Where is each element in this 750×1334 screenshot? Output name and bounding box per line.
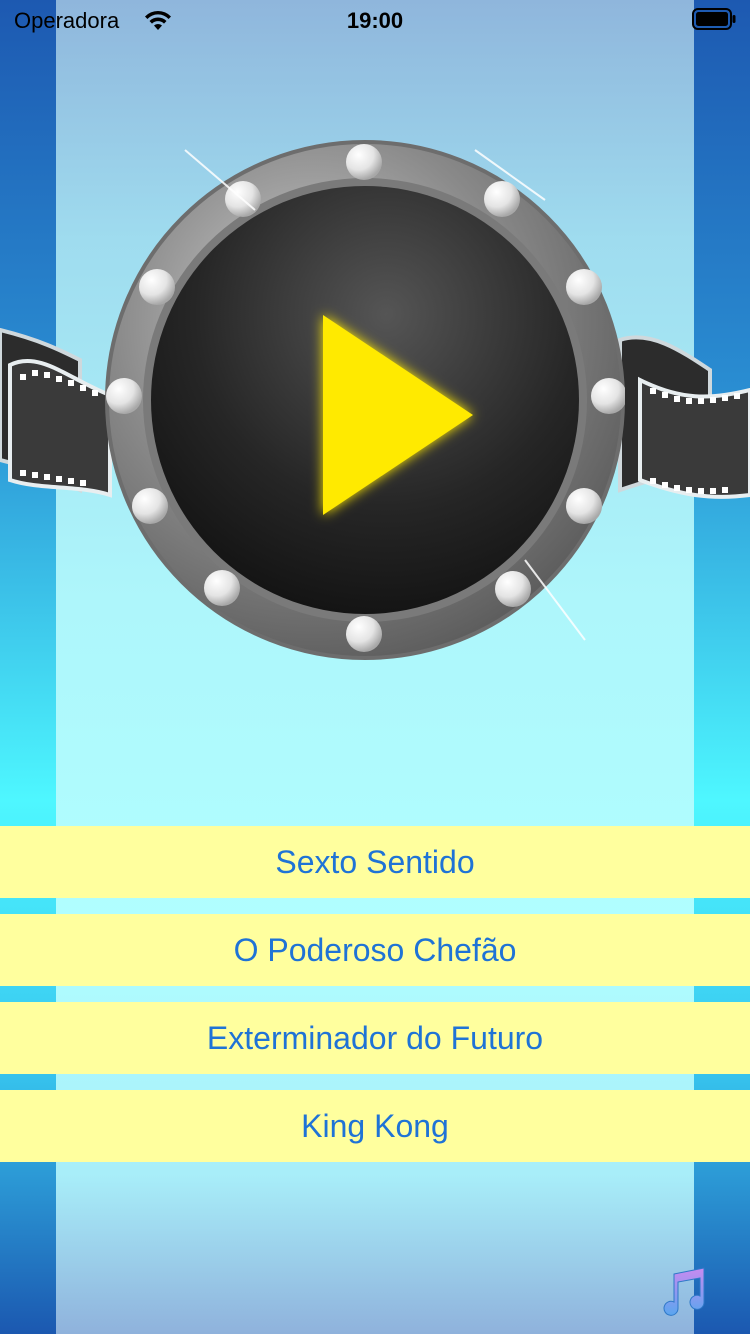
status-bar: Operadora 19:00 (0, 0, 750, 40)
play-button[interactable] (105, 140, 625, 660)
player-graphic (0, 120, 750, 680)
status-time: 19:00 (346, 8, 404, 33)
movie-button-o-poderoso-chefao[interactable]: O Poderoso Chefão (0, 914, 750, 986)
movie-button-king-kong[interactable]: King Kong (0, 1090, 750, 1162)
movie-button-exterminador-do-futuro[interactable]: Exterminador do Futuro (0, 1002, 750, 1074)
movie-button-sexto-sentido[interactable]: Sexto Sentido (0, 826, 750, 898)
music-note-icon[interactable] (658, 1266, 708, 1316)
battery-icon (692, 8, 736, 30)
